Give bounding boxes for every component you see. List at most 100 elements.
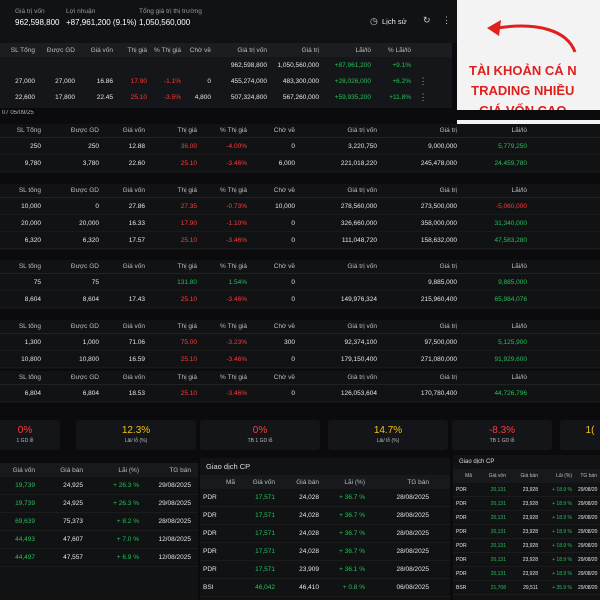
table-cell: 12.88 — [128, 142, 145, 150]
trade-cell: 47,557 — [63, 554, 83, 561]
trade-cell: 28/08/2025 — [158, 518, 191, 525]
trade-cell: + 36.7 % — [339, 548, 365, 555]
trade-cell: 20,131 — [490, 486, 506, 493]
header-cell: SL tổng — [18, 187, 41, 194]
table-row[interactable]: 250 250 12.88 36.00 -4.00% 0 3,220,750 9,000,00… — [0, 138, 600, 155]
trade-row[interactable]: 44,493 47,607 + 7.0 % 12/08/2025 — [0, 531, 198, 549]
table-cell: 24,459,780 — [494, 159, 527, 167]
trade-row[interactable]: PDR 20,131 23,928 + 18.9 % 29/08/20 — [453, 525, 600, 539]
trade-row[interactable]: BSI 46,042 46,410 + 0.8 % 06/08/2025 — [200, 579, 450, 597]
trade-row[interactable]: 19,739 24,925 + 26.3 % 29/08/2025 — [0, 495, 198, 513]
header-cell: Thị giá — [177, 263, 197, 270]
trade-row[interactable]: 19,739 24,925 + 26.3 % 29/08/2025 — [0, 477, 198, 495]
acct-row[interactable]: 22,600 17,800 22.45 25.10 -3.5% 4,800 507,324,… — [0, 89, 452, 105]
table-row[interactable]: 1,300 1,000 71.06 75.00 -3.23% 300 92,374,100 9… — [0, 334, 600, 351]
header-cell: Giá bán — [296, 478, 319, 486]
trade-cell: + 7.0 % — [116, 536, 139, 543]
trade-row[interactable]: 44,497 47,557 + 6.9 % 12/08/2025 — [0, 549, 198, 567]
acct-cell: 16.86 — [96, 77, 113, 85]
more-icon[interactable]: ⋮ — [414, 76, 432, 87]
annotation-line: TÀI KHOẢN CÁ N — [469, 63, 577, 78]
acct-row[interactable]: 27,000 27,000 16.86 17.90 -1.1% 0 455,274,000 4… — [0, 73, 452, 89]
header-cell: Giá trị vốn — [347, 187, 377, 194]
trade-cell: + 36.7 % — [339, 530, 365, 537]
stat-card: 0% 1 GD lỗ — [0, 420, 60, 450]
trade-cell: PDR — [203, 494, 217, 501]
trade-row[interactable]: BSR 21,708 29,511 + 35.9 % 29/08/20 — [453, 581, 600, 595]
refresh-icon[interactable]: ↻ — [423, 15, 431, 26]
table-row[interactable]: 6,320 6,320 17.57 25.10 -3.46% 0 111,048,720 15… — [0, 232, 600, 249]
table-row[interactable]: 9,780 3,780 22.60 25.10 -3.46% 6,000 221,018,2… — [0, 155, 600, 172]
more-icon[interactable]: ⋮ — [414, 92, 432, 103]
trade-cell: 23,928 — [522, 514, 538, 521]
table-cell: 6,320 — [82, 236, 99, 244]
table-cell: 271,080,000 — [420, 355, 457, 363]
header-cell: Giá bán — [60, 466, 83, 474]
table-cell: 126,053,604 — [340, 389, 377, 397]
trade-cell: 28/08/2025 — [396, 566, 429, 573]
header-cell: % Thị giá — [220, 187, 247, 194]
header-cell: Thị giá — [177, 127, 197, 134]
trade-row[interactable]: PDR 17,571 24,028 + 36.7 % 28/08/2025 — [200, 525, 450, 543]
stat-label: 1 GD lỗ — [16, 438, 34, 444]
trade-row[interactable]: PDR 17,571 24,028 + 36.7 % 28/08/2025 — [200, 507, 450, 525]
acct-total-row: 962,598,800 1,050,560,000 +87,961,200 +9.1% — [0, 57, 452, 73]
table-cell: 3,780 — [82, 159, 99, 167]
header-cell: % Thị giá — [154, 46, 181, 54]
table-cell: 0 — [291, 295, 295, 303]
table-row[interactable]: 6,804 6,804 18.53 25.10 -3.46% 0 126,053,604 17… — [0, 385, 600, 402]
table-cell: 170,780,400 — [420, 389, 457, 397]
trade-cell: 19,739 — [15, 482, 35, 489]
trade-cell: + 18.9 % — [552, 500, 572, 507]
table-cell: 6,320 — [24, 236, 41, 244]
header-cell: Giá trị — [301, 46, 319, 54]
table-row[interactable]: 10,000 0 27.86 27.35 -0.73% 10,000 278,560,000… — [0, 198, 600, 215]
header-cell: Lãi/lỗ — [511, 323, 527, 330]
header-cell: Giá vốn — [122, 263, 145, 270]
annotation-panel: TÀI KHOẢN CÁ NTRADING NHIỀUGIÁ VỐN CAO — [457, 0, 600, 125]
trade-row[interactable]: PDR 20,131 23,928 + 18.9 % 29/08/20 — [453, 511, 600, 525]
table-cell: 131.80 — [177, 278, 197, 286]
table-row[interactable]: 8,604 8,604 17.43 25.10 -3.46% 0 149,976,324 21… — [0, 291, 600, 308]
acct-cell: -3.5% — [164, 93, 181, 101]
table-cell: 149,976,324 — [340, 295, 377, 303]
trade-row[interactable]: PDR 20,131 23,928 + 18.9 % 29/08/20 — [453, 539, 600, 553]
header-cell: SL Tổng — [10, 46, 35, 54]
trade-cell: 29/08/2025 — [158, 500, 191, 507]
trade-cell: 28/08/2025 — [396, 548, 429, 555]
acct-cell: +11.8% — [389, 93, 411, 101]
trade-row[interactable]: PDR 20,131 23,928 + 18.9 % 29/08/20 — [453, 553, 600, 567]
trade-row[interactable]: PDR 20,131 23,928 + 18.9 % 29/08/20 — [453, 483, 600, 497]
trade-row[interactable]: PDR 17,571 23,909 + 36.1 % 28/08/2025 — [200, 561, 450, 579]
trade-cell: BSR — [456, 584, 467, 591]
history-button[interactable]: Lịch sử — [382, 17, 407, 26]
trade-cell: PDR — [203, 566, 217, 573]
trade-row[interactable]: 69,639 75,373 + 8.2 % 28/08/2025 — [0, 513, 198, 531]
more-icon[interactable]: ⋮ — [442, 15, 451, 26]
table-row[interactable]: 20,000 20,000 16.33 17.90 -1.10% 0 326,660,000… — [0, 215, 600, 232]
trade-row[interactable]: PDR 17,571 24,028 + 36.7 % 28/08/2025 — [200, 489, 450, 507]
header-cell: Mã — [225, 478, 235, 486]
holdings-table-4: SL tổng Được GD Giá vốn Thị giá % Thị giá Chờ… — [0, 320, 600, 369]
trade-row[interactable]: PDR 17,571 24,028 + 36.7 % 28/08/2025 — [200, 543, 450, 561]
acct-cell: 4,800 — [194, 93, 211, 101]
trade-cell: + 0.8 % — [342, 584, 365, 591]
table-row[interactable]: 10,800 10,800 16.59 25.10 -3.46% 0 179,150,400… — [0, 351, 600, 368]
table-cell: 10,000 — [21, 202, 41, 210]
date-range: 07 05/09/25 — [0, 110, 600, 120]
table-cell: 20,000 — [79, 219, 99, 227]
trade-cell: + 8.2 % — [116, 518, 139, 525]
table-row[interactable]: 75 75 131.80 1.54% 0 9,885,000 9,885,000 — [0, 274, 600, 291]
trade-row[interactable]: PDR 20,131 23,928 + 18.9 % 29/08/20 — [453, 497, 600, 511]
table-cell: 25.10 — [180, 389, 197, 397]
header-cell: Giá trị vốn — [347, 374, 377, 381]
header-cell: Giá trị vốn — [347, 263, 377, 270]
header-cell: Chờ về — [273, 127, 295, 134]
header-cell: SL Tổng — [16, 127, 41, 134]
trade-row[interactable]: PDR 20,131 23,928 + 18.9 % 29/08/20 — [453, 567, 600, 581]
trade-cell: 28/08/2025 — [396, 494, 429, 501]
trade-cell: PDR — [456, 486, 467, 493]
header-cell: SL tổng — [18, 263, 41, 270]
trade-cell: + 26.3 % — [113, 482, 139, 489]
table-cell: 1,000 — [82, 338, 99, 346]
